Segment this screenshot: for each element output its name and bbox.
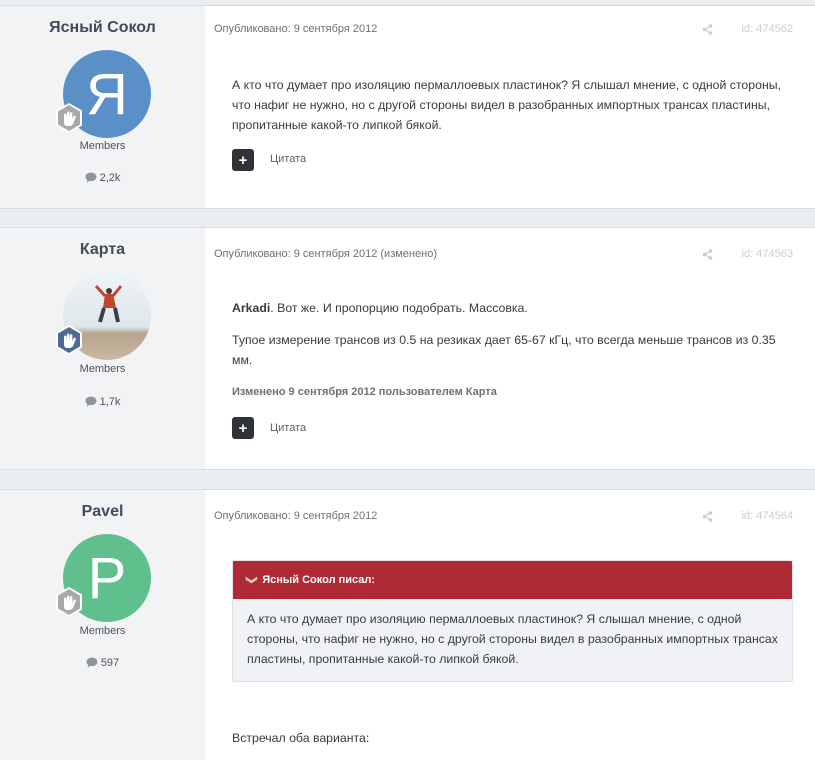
author-panel: Pavel P Members 597 — [0, 490, 205, 760]
quote-header[interactable]: ❯ Ясный Сокол писал: — [233, 561, 792, 599]
post-id[interactable]: id: 474562 — [742, 23, 793, 35]
post-date[interactable]: Опубликовано: 9 сентября 2012 — [214, 23, 377, 35]
avatar-letter: Я — [86, 61, 128, 127]
post-text: . Вот же. И пропорцию подобрать. Массовк… — [270, 301, 528, 315]
quote-block: ❯ Ясный Сокол писал: А кто что думает про… — [232, 560, 793, 682]
post-paragraph: А кто что думает про изоляцию пермаллоев… — [232, 78, 781, 132]
comment-icon — [86, 657, 98, 668]
post-3: Pavel P Members 597 Опубликовано: 9 сент… — [0, 490, 815, 760]
quote-author: Ясный Сокол писал: — [262, 574, 376, 586]
share-icon[interactable] — [702, 24, 713, 35]
author-name[interactable]: Ясный Сокол — [0, 19, 205, 37]
rank-badge-icon — [56, 103, 82, 133]
member-group: Members — [79, 140, 126, 152]
multiquote-button[interactable]: + — [232, 417, 254, 439]
user-mention[interactable]: Arkadi — [232, 301, 270, 315]
post-count: 597 — [0, 657, 205, 669]
member-group: Members — [79, 363, 126, 375]
comment-icon — [85, 172, 97, 183]
quote-button[interactable]: Цитата — [270, 422, 306, 434]
post-body: Arkadi. Вот же. И пропорцию подобрать. М… — [232, 298, 790, 370]
post-count-value: 2,2k — [99, 172, 121, 184]
quote-button[interactable]: Цитата — [270, 153, 306, 165]
share-icon[interactable] — [702, 249, 713, 260]
rank-badge-icon — [56, 587, 82, 617]
chevron-down-icon: ❯ — [245, 575, 258, 585]
author-name[interactable]: Карта — [0, 241, 205, 259]
post-body: А кто что думает про изоляцию пермаллоев… — [232, 75, 790, 135]
post-count: 2,2k — [0, 172, 205, 184]
post-date[interactable]: Опубликовано: 9 сентября 2012 — [214, 510, 377, 522]
post-count-value: 1,7k — [99, 396, 121, 408]
post-id[interactable]: id: 474563 — [742, 248, 793, 260]
quote-text: А кто что думает про изоляцию пермаллоев… — [247, 612, 778, 666]
comment-icon — [85, 396, 97, 407]
post-count: 1,7k — [0, 396, 205, 408]
share-icon[interactable] — [702, 511, 713, 522]
plus-icon: + — [238, 419, 248, 437]
post-paragraph: Arkadi. Вот же. И пропорцию подобрать. М… — [232, 298, 790, 318]
edit-note: Изменено 9 сентября 2012 пользователем К… — [232, 386, 497, 398]
post-body: Встречал оба варианта: — [232, 728, 790, 748]
avatar-letter: P — [87, 545, 127, 611]
post-1: Ясный Сокол Я Members 2,2k Опубликовано:… — [0, 6, 815, 208]
author-panel: Карта Members 1,7k — [0, 228, 205, 469]
post-paragraph: Встречал оба варианта: — [232, 731, 370, 745]
post-paragraph: Тупое измерение трансов из 0.5 на резика… — [232, 333, 776, 367]
post-2: Карта Members 1,7k Опубликовано: 9 сентя… — [0, 228, 815, 469]
multiquote-button[interactable]: + — [232, 149, 254, 171]
post-date[interactable]: Опубликовано: 9 сентября 2012 (изменено) — [214, 248, 437, 260]
post-id[interactable]: id: 474564 — [742, 510, 793, 522]
rank-badge-icon — [56, 325, 82, 355]
author-panel: Ясный Сокол Я Members 2,2k — [0, 6, 205, 208]
author-name[interactable]: Pavel — [0, 503, 205, 521]
plus-icon: + — [238, 151, 248, 169]
post-count-value: 597 — [100, 657, 120, 669]
member-group: Members — [79, 625, 126, 637]
